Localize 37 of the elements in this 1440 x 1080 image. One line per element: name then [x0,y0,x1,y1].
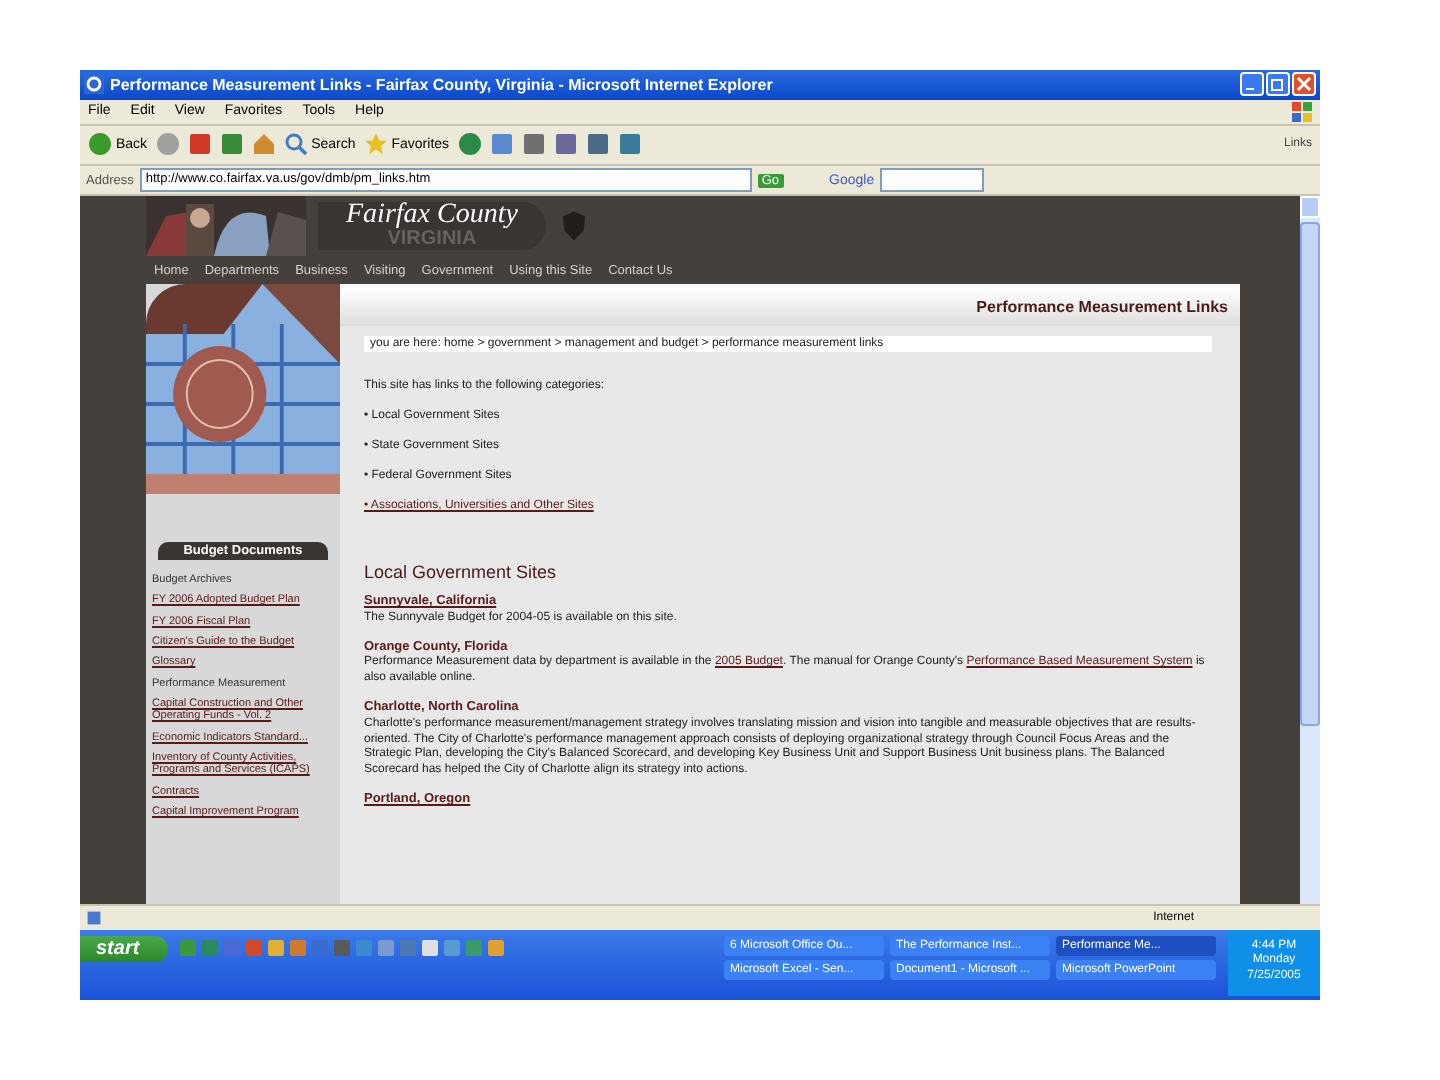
toolbar-button[interactable] [521,132,546,157]
toolbar-icon [553,132,578,157]
browser-icon [84,74,104,95]
toolbar-icon [617,132,642,157]
toolbar-button[interactable] [219,132,244,157]
window-title: Performance Measurement Links - Fairfax County, Virginia - Microsoft Internet Explorer [110,75,775,94]
crest-icon [557,210,590,243]
toolbar-button[interactable] [553,132,578,157]
scrollbar[interactable] [1300,196,1320,904]
windows-logo-icon [1292,101,1312,122]
house-icon [251,132,276,157]
toolbar-button[interactable] [489,132,514,157]
section-heading: Local Government Sites [364,562,559,583]
page-heading: Performance Measurement Links [340,288,1240,327]
close-icon [1294,74,1314,95]
page-icon [86,909,102,926]
toolbar-button[interactable] [617,132,642,157]
star-icon [363,132,388,157]
search-icon [283,132,308,157]
minimize-icon [1246,87,1254,91]
toolbar-icon [219,132,244,157]
search-field[interactable] [880,168,985,193]
toolbar-button[interactable] [585,132,610,157]
minimize-button[interactable] [1240,72,1264,97]
toolbar-button[interactable] [457,132,482,157]
close-button[interactable] [1292,72,1316,97]
site-logo-text[interactable]: Fairfax County [346,202,518,231]
toolbar-icon [489,132,514,157]
toolbar-button[interactable] [187,132,212,157]
toolbar-button[interactable] [251,132,276,157]
toolbar-icon [585,132,610,157]
toolbar-icon [187,132,212,157]
toolbar-icon [521,132,546,157]
restore-icon [1268,74,1288,95]
restore-button[interactable] [1266,72,1290,97]
start-button[interactable]: start [80,935,168,961]
toolbar-icon [457,132,482,157]
